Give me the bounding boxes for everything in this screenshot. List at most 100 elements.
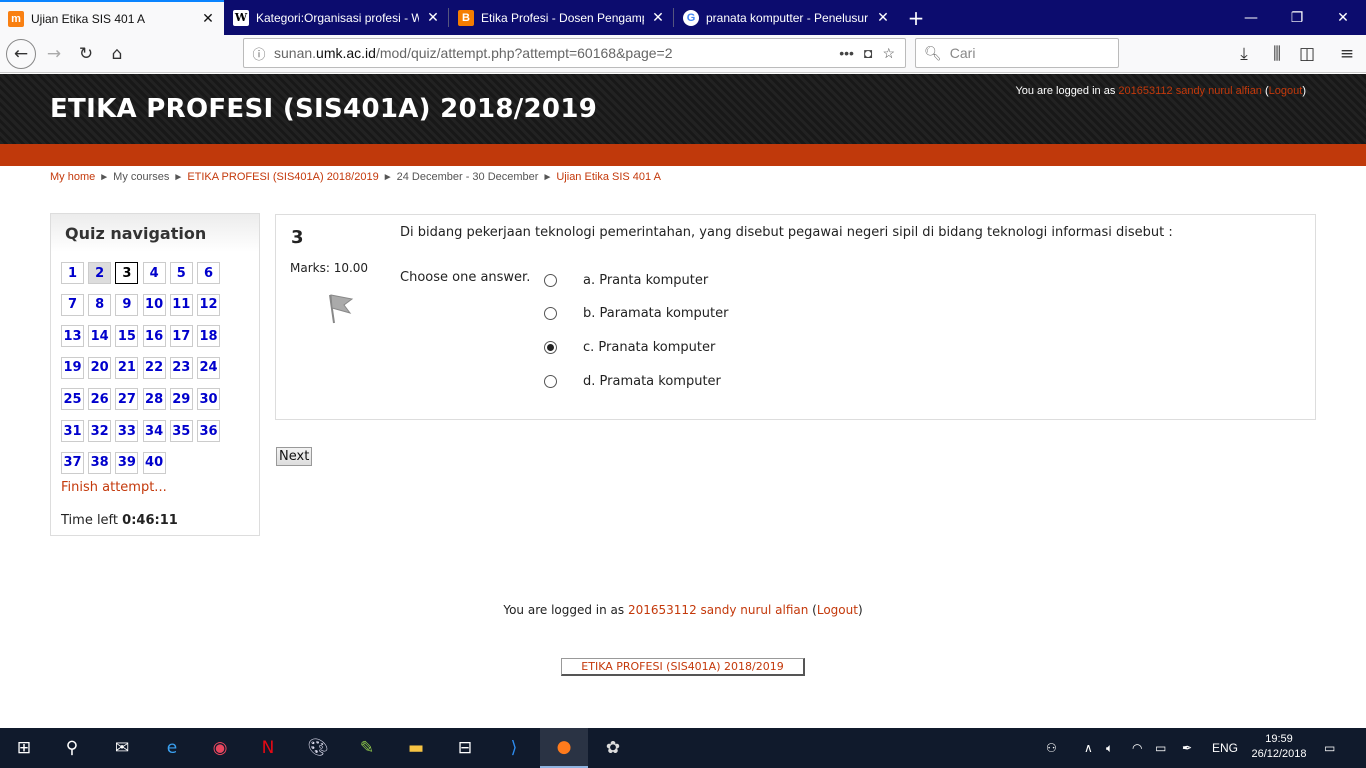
question-nav-button[interactable]: 21 [115, 356, 139, 379]
answer-option-c[interactable]: c. Pranata komputer [544, 340, 715, 355]
question-nav-button[interactable]: 14 [88, 325, 112, 348]
netflix-app[interactable]: N [244, 728, 292, 768]
downloads-button[interactable]: ⤓ [1229, 39, 1259, 69]
question-nav-button[interactable]: 19 [61, 356, 84, 379]
battery-icon[interactable]: ▭ [1155, 728, 1166, 768]
breadcrumb-my-home[interactable]: My home [50, 171, 95, 183]
radio-button[interactable] [544, 341, 557, 354]
volume-icon[interactable]: 🔈︎ [1106, 728, 1113, 768]
tab-kategori[interactable]: W Kategori:Organisasi profesi - W ✕ [225, 0, 449, 35]
question-nav-button[interactable]: 12 [197, 293, 220, 316]
question-nav-button[interactable]: 34 [142, 420, 166, 442]
reload-button[interactable]: ↻ [71, 39, 101, 69]
pocket-icon[interactable]: ◘ [864, 45, 872, 61]
flag-icon[interactable] [324, 291, 354, 329]
answer-option-b[interactable]: b. Paramata komputer [544, 306, 729, 321]
question-nav-button[interactable]: 13 [61, 325, 84, 348]
question-nav-button[interactable]: 26 [88, 388, 112, 411]
file-explorer-app[interactable]: ▬ [392, 728, 440, 768]
question-nav-button[interactable]: 31 [61, 420, 84, 442]
show-hidden-icons[interactable]: ∧ [1084, 728, 1093, 768]
paint3d-app[interactable]: ✿ [589, 728, 637, 768]
close-tab-icon[interactable]: ✕ [200, 10, 216, 27]
question-nav-button[interactable]: 22 [142, 356, 166, 379]
question-nav-button[interactable]: 40 [142, 451, 166, 474]
camera-app[interactable]: ◉ [196, 728, 244, 768]
question-nav-button[interactable]: 18 [197, 325, 220, 348]
info-icon[interactable]: ⓘ [244, 44, 274, 63]
question-nav-button[interactable]: 33 [115, 420, 139, 442]
breadcrumb-course[interactable]: ETIKA PROFESI (SIS401A) 2018/2019 [187, 171, 378, 183]
question-nav-button[interactable]: 7 [61, 293, 84, 316]
next-button[interactable]: Next [276, 447, 313, 466]
back-button[interactable]: ← [6, 39, 36, 69]
bookmark-star-icon[interactable]: ☆ [882, 45, 895, 62]
logout-link[interactable]: Logout [1269, 85, 1303, 97]
question-nav-button[interactable]: 27 [115, 388, 139, 411]
question-nav-button[interactable]: 1 [61, 262, 84, 284]
question-nav-button[interactable]: 2 [88, 262, 112, 284]
question-nav-button[interactable]: 11 [169, 293, 193, 316]
menu-button[interactable]: ≡ [1332, 39, 1362, 69]
firefox-app[interactable]: ● [540, 728, 588, 768]
question-nav-button[interactable]: 30 [197, 388, 220, 411]
question-nav-button[interactable]: 24 [197, 356, 220, 379]
search-taskbar-button[interactable]: ⚲ [48, 728, 96, 768]
question-nav-button[interactable]: 6 [197, 262, 220, 284]
library-button[interactable]: ⫼ [1262, 39, 1292, 69]
search-input[interactable]: 🔍︎ Cari [915, 38, 1119, 68]
question-nav-button[interactable]: 28 [142, 388, 166, 411]
tab-pranata[interactable]: G pranata komputter - Penelusur ✕ [675, 0, 899, 35]
radio-button[interactable] [544, 375, 557, 388]
edge-app[interactable]: e [148, 728, 196, 768]
question-nav-button[interactable]: 35 [169, 420, 193, 442]
close-tab-icon[interactable]: ✕ [875, 9, 891, 26]
new-tab-button[interactable]: + [902, 0, 930, 35]
people-icon[interactable]: ⚇ [1046, 728, 1057, 768]
clock[interactable]: 19:59 26/12/2018 [1244, 732, 1314, 762]
page-actions-icon[interactable]: ••• [839, 45, 854, 61]
question-nav-button[interactable]: 37 [61, 451, 84, 474]
sidebar-button[interactable]: ◫ [1292, 39, 1322, 69]
question-nav-button[interactable]: 4 [142, 262, 166, 284]
start-button[interactable]: ⊞ [0, 728, 48, 768]
question-nav-button[interactable]: 32 [88, 420, 112, 442]
close-tab-icon[interactable]: ✕ [650, 9, 666, 26]
question-nav-button[interactable]: 25 [61, 388, 84, 411]
question-nav-button[interactable]: 16 [142, 325, 166, 348]
breadcrumb-quiz[interactable]: Ujian Etika SIS 401 A [556, 171, 661, 183]
close-tab-icon[interactable]: ✕ [425, 9, 441, 26]
question-nav-button[interactable]: 39 [115, 451, 139, 474]
wifi-icon[interactable]: ◠ [1132, 728, 1142, 768]
finish-attempt-link[interactable]: Finish attempt... [61, 480, 167, 495]
question-nav-button[interactable]: 23 [169, 356, 193, 379]
home-button[interactable]: ⌂ [102, 39, 132, 69]
question-nav-button[interactable]: 20 [88, 356, 112, 379]
footer-user-link[interactable]: 201653112 sandy nurul alfian [628, 603, 808, 617]
close-window-button[interactable]: ✕ [1320, 0, 1366, 35]
paint-app[interactable]: 🎨︎ [294, 728, 342, 768]
question-nav-button[interactable]: 9 [115, 293, 139, 316]
language-indicator[interactable]: ENG [1212, 728, 1238, 768]
radio-button[interactable] [544, 274, 557, 287]
user-link[interactable]: 201653112 sandy nurul alfian [1118, 85, 1262, 97]
pen-icon[interactable]: ✒ [1182, 728, 1192, 768]
question-nav-button[interactable]: 29 [169, 388, 193, 411]
question-nav-button[interactable]: 38 [88, 451, 112, 474]
answer-option-a[interactable]: a. Pranta komputer [544, 273, 708, 288]
answer-option-d[interactable]: d. Pramata komputer [544, 374, 721, 389]
question-nav-button[interactable]: 3 [115, 262, 139, 284]
question-nav-button[interactable]: 8 [88, 293, 112, 316]
restore-button[interactable]: ❐ [1274, 0, 1320, 35]
radio-button[interactable] [544, 307, 557, 320]
vscode-app[interactable]: ⟩ [490, 728, 538, 768]
footer-course-button[interactable]: ETIKA PROFESI (SIS401A) 2018/2019 [561, 658, 805, 676]
tab-ujian-etika[interactable]: m Ujian Etika SIS 401 A ✕ [0, 0, 224, 35]
notifications-icon[interactable]: ▭ [1324, 728, 1335, 768]
question-nav-button[interactable]: 15 [115, 325, 139, 348]
store-app[interactable]: ⊟ [441, 728, 489, 768]
question-nav-button[interactable]: 17 [169, 325, 193, 348]
footer-logout-link[interactable]: Logout [817, 603, 858, 617]
notepad-app[interactable]: ✎ [343, 728, 391, 768]
question-nav-button[interactable]: 36 [197, 420, 220, 442]
